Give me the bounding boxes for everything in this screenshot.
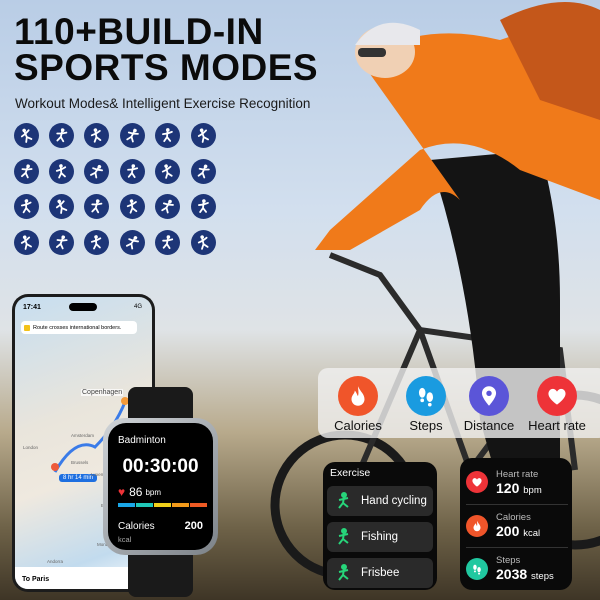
heart-zone-bar (118, 503, 207, 507)
stat-value: 2038 steps (496, 566, 554, 582)
yoga-icon (49, 159, 74, 184)
headline-line1: 110+BUILD-IN (14, 11, 264, 52)
zone-segment (172, 503, 189, 507)
equestrian-icon (155, 230, 180, 255)
canoe-icon (49, 194, 74, 219)
stats-panel: Heart rate 120 bpm Calories 200 kcal Steps 20… (460, 458, 572, 590)
cricket-icon (191, 194, 216, 219)
dance-icon (84, 159, 109, 184)
stat-value: 120 bpm (496, 479, 542, 496)
stat-steps: Steps 2038 steps (466, 547, 568, 589)
volleyball-icon (120, 159, 145, 184)
exercise-item[interactable]: Hand cycling (327, 486, 433, 516)
tennis-icon (14, 159, 39, 184)
map-label: London (23, 445, 39, 450)
kayaking-icon (191, 159, 216, 184)
gymnastics-icon (84, 123, 109, 148)
heart-icon (466, 471, 488, 493)
heart-value: 86 (129, 485, 143, 499)
swimming-icon (155, 159, 180, 184)
heart-icon: ♥ (118, 485, 126, 499)
stat-calories: Calories 200 kcal (466, 504, 568, 546)
watch-calories-unit: kcal (118, 535, 132, 544)
road-cycling-icon (49, 230, 74, 255)
map-label: Amsterdam (71, 433, 95, 438)
stat-heart-rate: Heart rate 120 bpm (466, 461, 568, 503)
exercise-label: Frisbee (361, 567, 400, 579)
watch-heart-rate: ♥ 86 bpm (118, 485, 161, 499)
watch-screen: Badminton 00:30:00 ♥ 86 bpm Calories 200… (108, 423, 213, 550)
exercise-panel: Exercise Hand cycling Fishing Frisbee (323, 462, 437, 590)
subtitle: Workout Modes& Intelligent Exercise Reco… (15, 96, 311, 111)
archery-icon (49, 123, 74, 148)
flag-icon (120, 230, 145, 255)
watch-sport: Badminton (118, 435, 166, 446)
cycling-icon (14, 230, 39, 255)
map-label: Copenhagen (81, 389, 124, 396)
headline-line2: SPORTS MODES (14, 47, 319, 88)
exercise-label: Fishing (361, 531, 399, 543)
stat-value: 200 kcal (496, 523, 541, 539)
frisbee-icon (338, 564, 349, 581)
map-label: Brussels (71, 460, 89, 465)
stat-label: Heart rate (496, 468, 539, 480)
weightlifting-icon (120, 123, 145, 148)
headline: 110+BUILD-IN SPORTS MODES (14, 11, 319, 88)
watch-timer: 00:30:00 (122, 456, 199, 477)
location-pin-icon (469, 376, 509, 416)
triathlon-icon (84, 230, 109, 255)
badminton-icon (14, 123, 39, 148)
zone-segment (190, 503, 207, 507)
boxing-icon (191, 123, 216, 148)
footprints-icon (406, 376, 446, 416)
exercise-title: Exercise (330, 467, 371, 479)
watch-calories-label: Calories (118, 521, 155, 532)
flame-icon (466, 514, 488, 537)
hand-cycling-icon (338, 492, 349, 509)
metric-label: Heart rate (528, 418, 586, 433)
flame-icon (338, 376, 378, 416)
exercise-label: Hand cycling (361, 495, 427, 507)
sailing-icon (84, 194, 109, 219)
exercise-item[interactable]: Fishing (327, 522, 433, 552)
stat-label: Calories (496, 512, 531, 523)
zone-segment (118, 503, 135, 507)
metrics-strip: Calories Steps Distance Heart rate (318, 368, 600, 438)
zone-segment (136, 503, 153, 507)
footprints-icon (466, 557, 488, 580)
stat-label: Steps (496, 555, 521, 566)
heart-unit: bpm (145, 487, 162, 497)
smartwatch: Badminton 00:30:00 ♥ 86 bpm Calories 200… (103, 418, 218, 555)
fishing-icon (338, 528, 349, 545)
badminton-doubles-icon (120, 194, 145, 219)
zone-segment (154, 503, 171, 507)
watch-calories-value: 200 (184, 520, 203, 532)
wrestling-icon (191, 230, 216, 255)
rowing-icon (14, 194, 39, 219)
bmx-icon (155, 194, 180, 219)
exercise-item[interactable]: Frisbee (327, 558, 433, 588)
map-label: Andorra (47, 559, 64, 564)
heart-icon (537, 376, 577, 416)
running-icon (155, 123, 180, 148)
